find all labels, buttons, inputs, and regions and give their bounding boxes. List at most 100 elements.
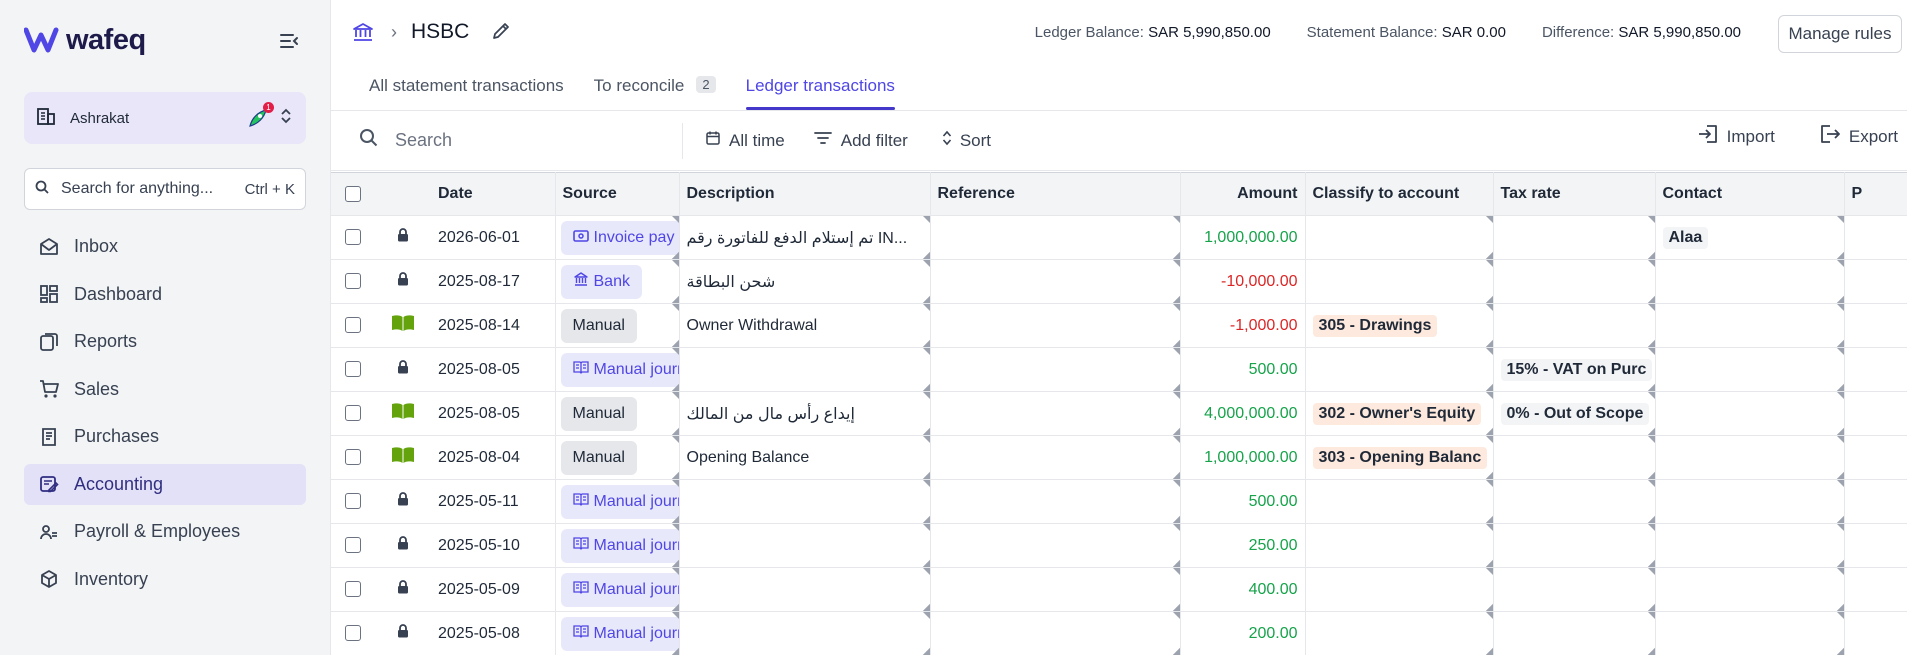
description-cell[interactable] bbox=[679, 523, 931, 568]
contact-cell[interactable] bbox=[1655, 523, 1845, 568]
table-row[interactable]: 2025-08-17 Bank شحن البطاقة -10,000.00 bbox=[331, 259, 1907, 304]
brand[interactable]: wafeq bbox=[24, 22, 306, 58]
reference-cell[interactable] bbox=[930, 259, 1181, 304]
row-checkbox[interactable] bbox=[345, 449, 361, 466]
select-all-checkbox[interactable] bbox=[345, 185, 361, 202]
column-header-partial[interactable]: P bbox=[1844, 172, 1907, 216]
contact-cell[interactable] bbox=[1655, 347, 1845, 392]
reference-cell[interactable] bbox=[930, 347, 1181, 392]
table-row[interactable]: 2025-05-11 Manual journ 500.00 bbox=[331, 479, 1907, 524]
sidebar-item-inventory[interactable]: Inventory bbox=[24, 559, 306, 600]
row-select-cell[interactable] bbox=[331, 215, 375, 260]
classify-account-cell[interactable] bbox=[1305, 523, 1494, 568]
add-filter-button[interactable]: Add filter bbox=[813, 130, 908, 151]
row-select-cell[interactable] bbox=[331, 435, 375, 480]
manage-rules-button[interactable]: Manage rules bbox=[1778, 15, 1902, 53]
classify-account-cell[interactable]: 305 - Drawings bbox=[1305, 303, 1494, 348]
row-checkbox[interactable] bbox=[345, 581, 361, 598]
classify-account-cell[interactable] bbox=[1305, 259, 1494, 304]
row-checkbox[interactable] bbox=[345, 361, 361, 378]
description-cell[interactable] bbox=[679, 479, 931, 524]
date-range-button[interactable]: All time bbox=[705, 130, 785, 151]
classify-account-cell[interactable]: 303 - Opening Balanc bbox=[1305, 435, 1494, 480]
row-select-cell[interactable] bbox=[331, 523, 375, 568]
table-search[interactable] bbox=[331, 122, 683, 159]
contact-cell[interactable] bbox=[1655, 435, 1845, 480]
sidebar-item-accounting[interactable]: Accounting bbox=[24, 463, 306, 505]
source-link[interactable]: Bank bbox=[560, 264, 642, 299]
row-select-cell[interactable] bbox=[331, 259, 375, 304]
classify-account-cell[interactable] bbox=[1305, 215, 1494, 260]
description-cell[interactable]: شحن البطاقة bbox=[679, 259, 931, 304]
column-header-source[interactable]: Source bbox=[555, 172, 680, 216]
row-select-cell[interactable] bbox=[331, 391, 375, 436]
description-cell[interactable] bbox=[679, 567, 931, 612]
edit-pencil-icon[interactable] bbox=[491, 21, 513, 43]
row-checkbox[interactable] bbox=[345, 625, 361, 642]
source-link[interactable]: Manual journ bbox=[560, 528, 678, 563]
rocket-icon[interactable]: 1 bbox=[246, 102, 274, 130]
description-cell[interactable]: Opening Balance bbox=[679, 435, 931, 480]
tab-all-statement-transactions[interactable]: All statement transactions bbox=[369, 64, 564, 110]
source-link[interactable]: Manual journ bbox=[560, 484, 678, 519]
contact-cell[interactable]: Alaa bbox=[1655, 215, 1845, 260]
table-row[interactable]: 2025-08-05 Manual journ 500.00 15% - VAT… bbox=[331, 347, 1907, 392]
column-header-classify-account[interactable]: Classify to account bbox=[1305, 172, 1494, 216]
source-badge[interactable]: Manual bbox=[560, 440, 637, 475]
row-checkbox[interactable] bbox=[345, 537, 361, 554]
source-badge[interactable]: Manual bbox=[560, 396, 637, 431]
column-header-tax-rate[interactable]: Tax rate bbox=[1493, 172, 1656, 216]
tax-rate-cell[interactable] bbox=[1493, 435, 1656, 480]
contact-cell[interactable] bbox=[1655, 567, 1845, 612]
column-header-contact[interactable]: Contact bbox=[1655, 172, 1845, 216]
description-cell[interactable]: إيداع رأس مال من المالك bbox=[679, 391, 931, 436]
reference-cell[interactable] bbox=[930, 479, 1181, 524]
contact-cell[interactable] bbox=[1655, 479, 1845, 524]
tax-rate-cell[interactable] bbox=[1493, 479, 1656, 524]
table-row[interactable]: 2025-05-08 Manual journ 200.00 bbox=[331, 611, 1907, 655]
reference-cell[interactable] bbox=[930, 215, 1181, 260]
source-badge[interactable]: Manual bbox=[560, 308, 637, 343]
bank-icon[interactable] bbox=[351, 20, 375, 44]
description-cell[interactable] bbox=[679, 611, 931, 655]
row-select-cell[interactable] bbox=[331, 303, 375, 348]
reference-cell[interactable] bbox=[930, 611, 1181, 655]
organization-switcher[interactable]: Ashrakat 1 bbox=[24, 92, 306, 144]
tab-ledger-transactions[interactable]: Ledger transactions bbox=[745, 64, 896, 110]
reference-cell[interactable] bbox=[930, 391, 1181, 436]
row-checkbox[interactable] bbox=[345, 493, 361, 510]
reference-cell[interactable] bbox=[930, 435, 1181, 480]
column-header-reference[interactable]: Reference bbox=[930, 172, 1181, 216]
source-link[interactable]: Manual journ bbox=[560, 616, 678, 651]
row-select-cell[interactable] bbox=[331, 567, 375, 612]
row-select-cell[interactable] bbox=[331, 611, 375, 655]
description-cell[interactable] bbox=[679, 347, 931, 392]
contact-cell[interactable] bbox=[1655, 303, 1845, 348]
tax-rate-cell[interactable] bbox=[1493, 303, 1656, 348]
tax-rate-cell[interactable] bbox=[1493, 215, 1656, 260]
row-select-cell[interactable] bbox=[331, 347, 375, 392]
column-header-description[interactable]: Description bbox=[679, 172, 931, 216]
row-select-cell[interactable] bbox=[331, 479, 375, 524]
tax-rate-cell[interactable] bbox=[1493, 567, 1656, 612]
contact-cell[interactable] bbox=[1655, 611, 1845, 655]
contact-cell[interactable] bbox=[1655, 259, 1845, 304]
sidebar-item-purchases[interactable]: Purchases bbox=[24, 416, 306, 457]
sidebar-item-reports[interactable]: Reports bbox=[24, 321, 306, 362]
sort-button[interactable]: Sort bbox=[942, 130, 991, 151]
description-cell[interactable]: تم إستلام الدفع للفاتورة رقم IN... bbox=[679, 215, 931, 260]
classify-account-cell[interactable] bbox=[1305, 347, 1494, 392]
table-row[interactable]: 2025-05-09 Manual journ 400.00 bbox=[331, 567, 1907, 612]
collapse-sidebar-icon[interactable] bbox=[278, 30, 302, 54]
table-row[interactable]: 2026-06-01 Invoice pay تم إستلام الدفع ل… bbox=[331, 215, 1907, 260]
contact-cell[interactable] bbox=[1655, 391, 1845, 436]
tax-rate-cell[interactable]: 15% - VAT on Purc bbox=[1493, 347, 1656, 392]
tab-to-reconcile[interactable]: To reconcile 2 bbox=[594, 64, 716, 110]
classify-account-cell[interactable] bbox=[1305, 611, 1494, 655]
classify-account-cell[interactable] bbox=[1305, 479, 1494, 524]
sidebar-item-payroll[interactable]: Payroll & Employees bbox=[24, 511, 306, 552]
classify-account-cell[interactable]: 302 - Owner's Equity bbox=[1305, 391, 1494, 436]
description-cell[interactable]: Owner Withdrawal bbox=[679, 303, 931, 348]
table-row[interactable]: 2025-08-04 Manual Opening Balance 1,000,… bbox=[331, 435, 1907, 480]
row-checkbox[interactable] bbox=[345, 229, 361, 246]
